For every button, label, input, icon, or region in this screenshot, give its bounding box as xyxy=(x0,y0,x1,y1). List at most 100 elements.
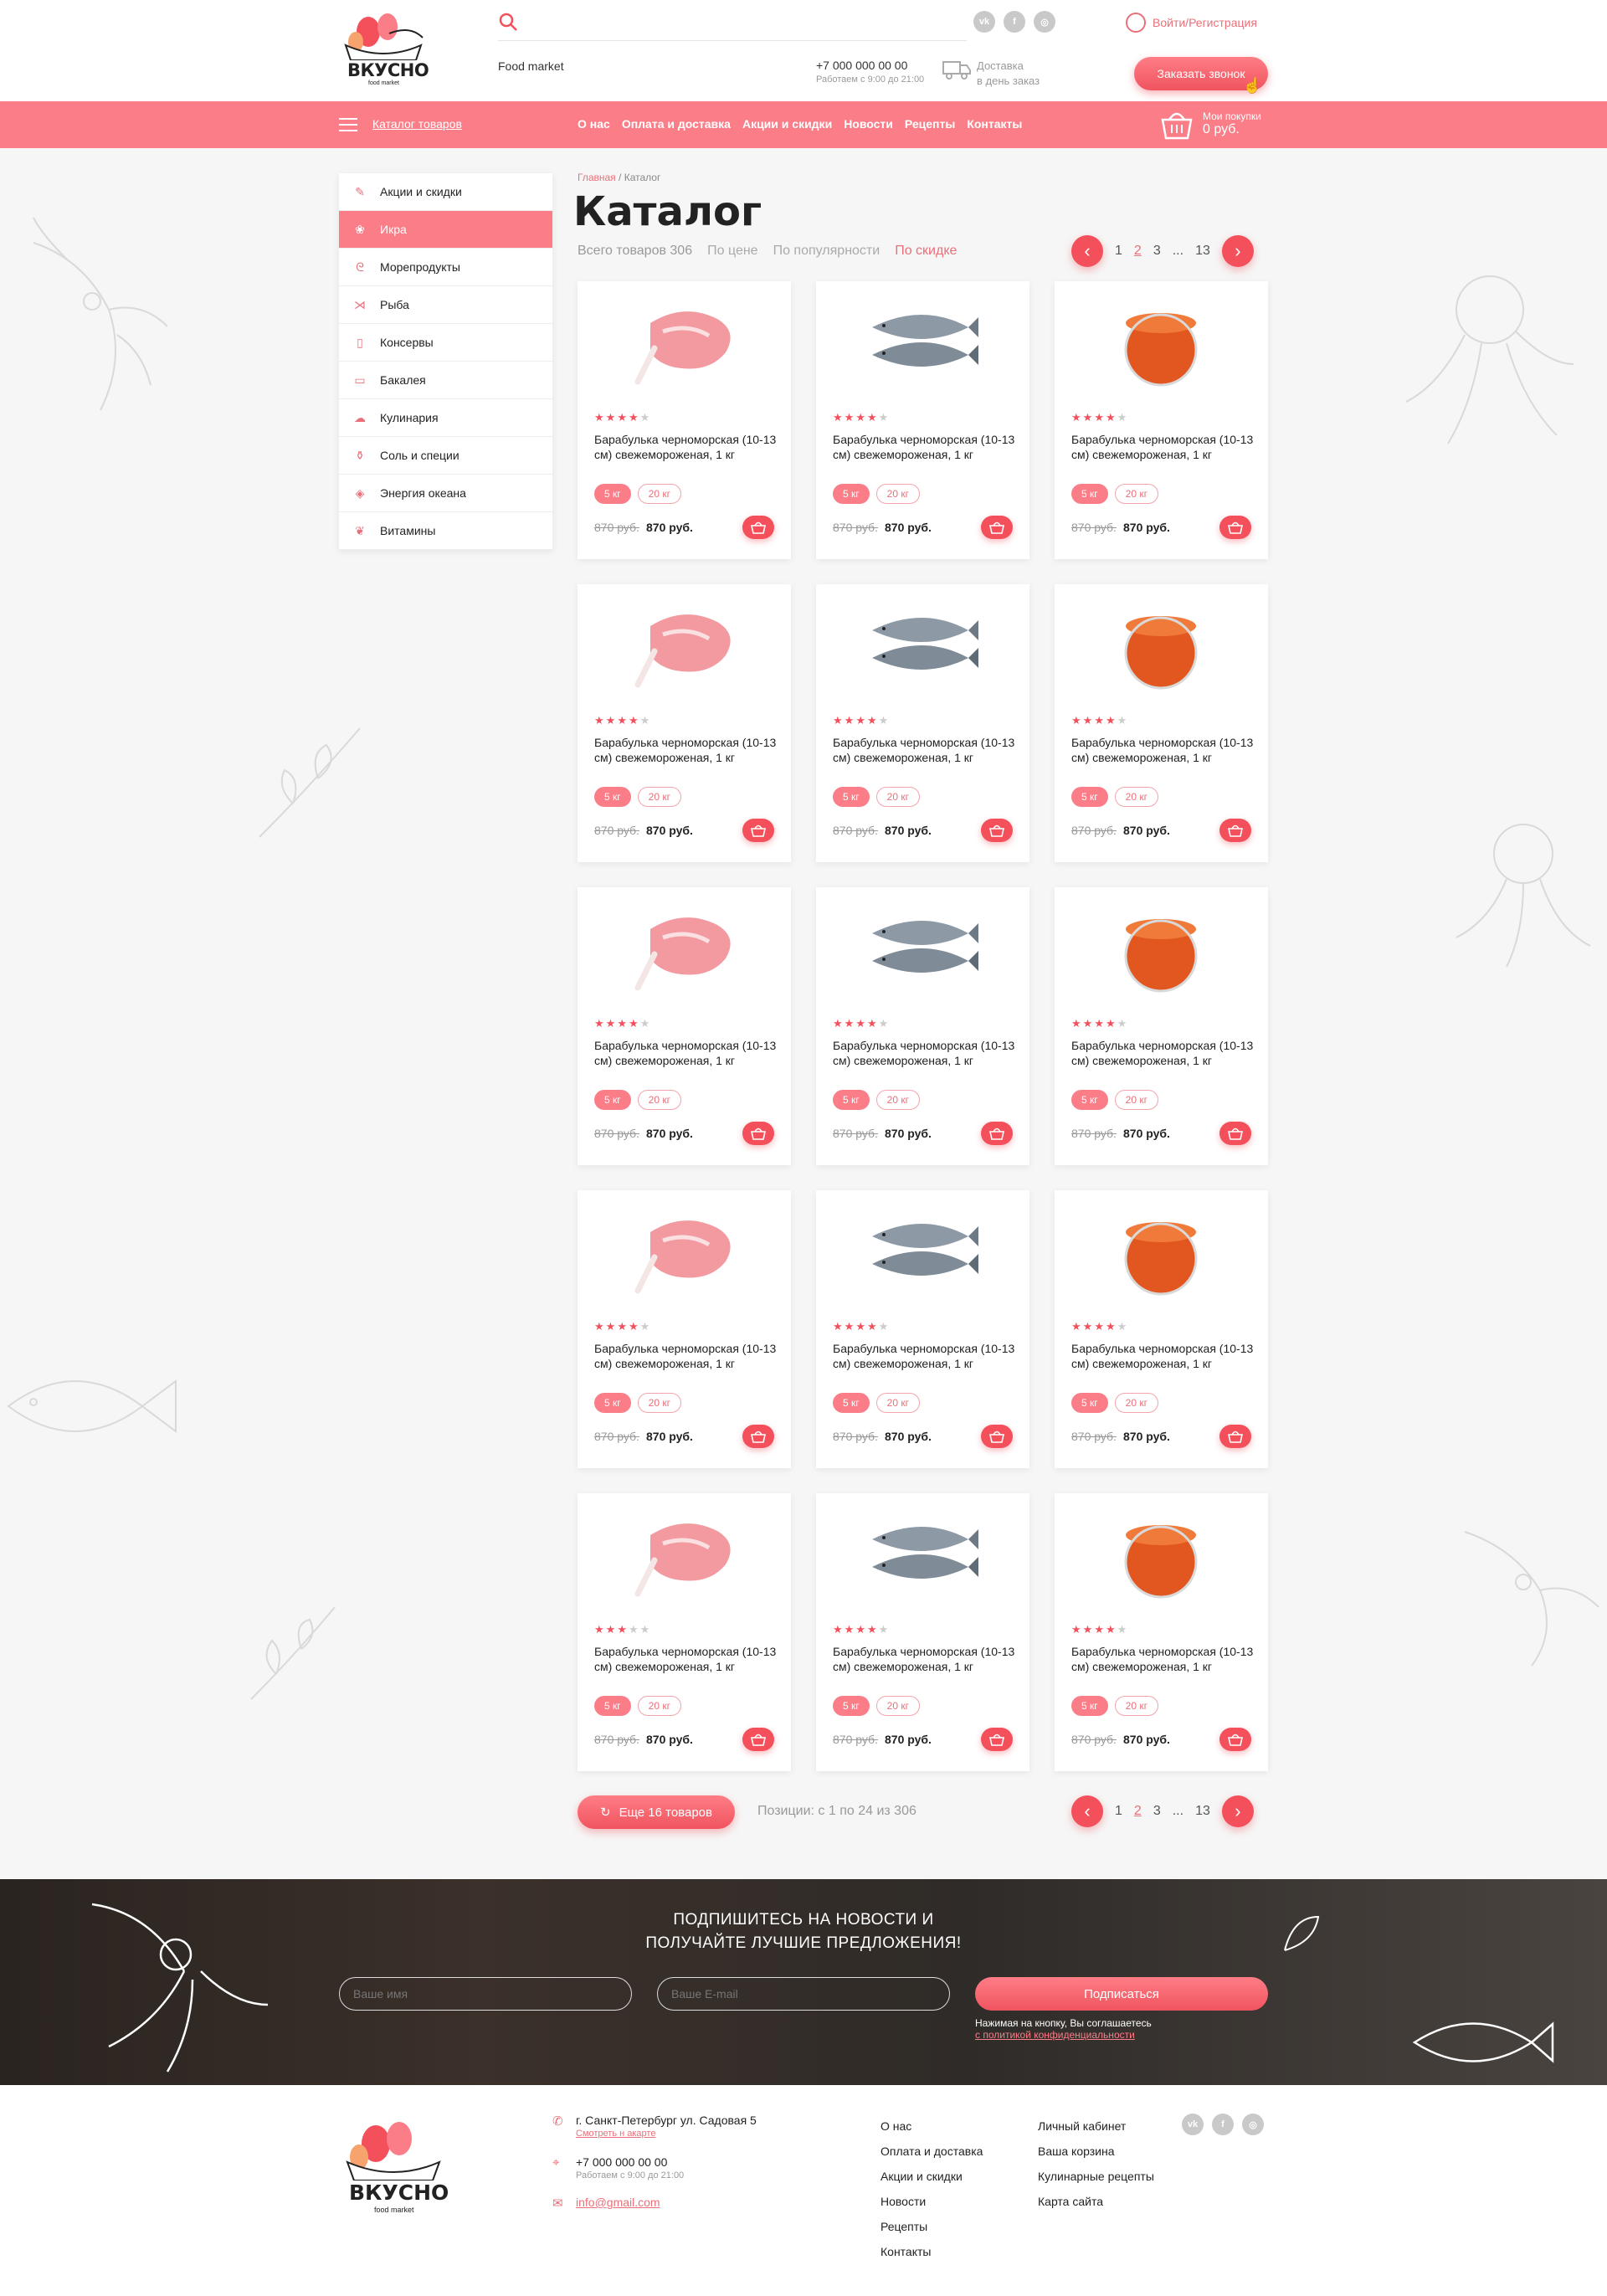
nav-item-about[interactable]: О нас xyxy=(578,117,610,131)
product-card-10[interactable]: ★ ★ ★ ★ ★ Барабулька черноморская (10-13 см)… xyxy=(578,1190,791,1468)
product-card-15[interactable]: ★ ★ ★ ★ ★ Барабулька черноморская (10-13 см)… xyxy=(1055,1493,1268,1771)
footer-link[interactable]: Кулинарные рецепты xyxy=(1038,2164,1154,2189)
product-card-12[interactable]: ★ ★ ★ ★ ★ Барабулька черноморская (10-13 см)… xyxy=(1055,1190,1268,1468)
privacy-policy-link[interactable]: с политикой конфиденциальности xyxy=(975,2029,1135,2041)
menu-icon[interactable] xyxy=(339,118,357,131)
weight-option[interactable]: 20 кг xyxy=(637,1090,681,1110)
product-card-11[interactable]: ★ ★ ★ ★ ★ Барабулька черноморская (10-13 см)… xyxy=(816,1190,1029,1468)
nav-item-contacts[interactable]: Контакты xyxy=(967,117,1022,131)
weight-option[interactable]: 20 кг xyxy=(875,1393,920,1413)
email-link[interactable]: info@gmail.com xyxy=(576,2196,660,2209)
product-name[interactable]: Барабулька черноморская (10-13 см) свеже… xyxy=(1071,735,1255,765)
footer-link[interactable]: Личный кабинет xyxy=(1038,2114,1154,2139)
sort-by-discount[interactable]: По скидке xyxy=(895,244,957,259)
meat-image[interactable] xyxy=(625,904,742,996)
phone-text[interactable]: +7 000 000 00 00 xyxy=(576,2155,667,2169)
add-to-cart-button[interactable] xyxy=(1219,1425,1251,1448)
instagram-icon[interactable]: ◎ xyxy=(1034,11,1055,33)
product-name[interactable]: Барабулька черноморская (10-13 см) свеже… xyxy=(594,432,778,462)
weight-option-selected[interactable]: 5 кг xyxy=(833,1393,870,1413)
footer-link[interactable]: Новости xyxy=(881,2189,983,2214)
caviar-image[interactable] xyxy=(1102,1207,1219,1299)
cart-summary[interactable]: Мои покупки 0 руб. xyxy=(1203,110,1261,136)
weight-option[interactable]: 20 кг xyxy=(637,787,681,807)
product-card-3[interactable]: ★ ★ ★ ★ ★ Барабулька черноморская (10-13 см)… xyxy=(1055,281,1268,559)
fish-image[interactable] xyxy=(864,298,981,390)
page-number[interactable]: 1 xyxy=(1115,244,1122,259)
add-to-cart-button[interactable] xyxy=(742,516,774,539)
product-name[interactable]: Барабулька черноморская (10-13 см) свеже… xyxy=(833,1038,1017,1068)
search-icon[interactable] xyxy=(498,12,518,32)
sidebar-item-grocery[interactable]: ▭ Бакалея xyxy=(339,362,552,399)
subscribe-button[interactable]: Подписаться xyxy=(975,1977,1268,2011)
weight-option-selected[interactable]: 5 кг xyxy=(833,484,870,504)
product-name[interactable]: Барабулька черноморская (10-13 см) свеже… xyxy=(1071,432,1255,462)
footer-link[interactable]: О нас xyxy=(881,2114,983,2139)
weight-option-selected[interactable]: 5 кг xyxy=(594,484,631,504)
footer-logo[interactable]: ВКУСНО food market xyxy=(339,2115,449,2217)
meat-image[interactable] xyxy=(625,601,742,693)
login-link[interactable]: Войти/Регистрация xyxy=(1126,13,1257,33)
product-card-13[interactable]: ★ ★ ★ ★ ★ Барабулька черноморская (10-13 см)… xyxy=(578,1493,791,1771)
load-more-button[interactable]: ↻ Еще 16 товаров xyxy=(578,1795,735,1829)
footer-link[interactable]: Ваша корзина xyxy=(1038,2139,1154,2164)
sort-by-price[interactable]: По цене xyxy=(707,244,757,259)
product-card-4[interactable]: ★ ★ ★ ★ ★ Барабулька черноморская (10-13 см)… xyxy=(578,584,791,862)
sidebar-item-canned[interactable]: ▯ Консервы xyxy=(339,324,552,362)
prev-page-button[interactable]: ‹ xyxy=(1071,235,1103,267)
product-card-9[interactable]: ★ ★ ★ ★ ★ Барабулька черноморская (10-13 см)… xyxy=(1055,887,1268,1165)
weight-option[interactable]: 20 кг xyxy=(875,484,920,504)
weight-option-selected[interactable]: 5 кг xyxy=(833,1696,870,1716)
weight-option-selected[interactable]: 5 кг xyxy=(1071,1696,1108,1716)
weight-option[interactable]: 20 кг xyxy=(1114,1696,1158,1716)
weight-option-selected[interactable]: 5 кг xyxy=(1071,1090,1108,1110)
product-card-1[interactable]: ★ ★ ★ ★ ★ Барабулька черноморская (10-13 см)… xyxy=(578,281,791,559)
add-to-cart-button[interactable] xyxy=(1219,1122,1251,1145)
name-input[interactable] xyxy=(339,1977,632,2011)
product-card-6[interactable]: ★ ★ ★ ★ ★ Барабулька черноморская (10-13 см)… xyxy=(1055,584,1268,862)
page-number[interactable]: 3 xyxy=(1153,1804,1161,1819)
add-to-cart-button[interactable] xyxy=(742,1122,774,1145)
catalog-link[interactable]: Каталог товаров xyxy=(372,117,462,131)
add-to-cart-button[interactable] xyxy=(742,819,774,842)
product-card-5[interactable]: ★ ★ ★ ★ ★ Барабулька черноморская (10-13 см)… xyxy=(816,584,1029,862)
footer-link[interactable]: Карта сайта xyxy=(1038,2189,1154,2214)
caviar-image[interactable] xyxy=(1102,298,1219,390)
footer-link[interactable]: Оплата и доставка xyxy=(881,2139,983,2164)
next-page-button[interactable]: › xyxy=(1221,235,1254,267)
weight-option[interactable]: 20 кг xyxy=(875,1090,920,1110)
weight-option-selected[interactable]: 5 кг xyxy=(1071,484,1108,504)
add-to-cart-button[interactable] xyxy=(742,1425,774,1448)
sidebar-item-seafood[interactable]: ᘓ Морепродукты xyxy=(339,249,552,286)
weight-option[interactable]: 20 кг xyxy=(1114,1393,1158,1413)
page-number[interactable]: 13 xyxy=(1195,1804,1210,1819)
product-name[interactable]: Барабулька черноморская (10-13 см) свеже… xyxy=(833,1341,1017,1371)
nav-item-sales[interactable]: Акции и скидки xyxy=(742,117,832,131)
product-card-7[interactable]: ★ ★ ★ ★ ★ Барабулька черноморская (10-13 см)… xyxy=(578,887,791,1165)
product-name[interactable]: Барабулька черноморская (10-13 см) свеже… xyxy=(833,1644,1017,1674)
add-to-cart-button[interactable] xyxy=(981,516,1013,539)
add-to-cart-button[interactable] xyxy=(981,819,1013,842)
caviar-image[interactable] xyxy=(1102,601,1219,693)
sidebar-item-cooking[interactable]: ☁ Кулинария xyxy=(339,399,552,437)
weight-option[interactable]: 20 кг xyxy=(875,787,920,807)
nav-item-payment[interactable]: Оплата и доставка xyxy=(622,117,731,131)
meat-image[interactable] xyxy=(625,1510,742,1602)
product-card-14[interactable]: ★ ★ ★ ★ ★ Барабулька черноморская (10-13 см)… xyxy=(816,1493,1029,1771)
product-name[interactable]: Барабулька черноморская (10-13 см) свеже… xyxy=(1071,1644,1255,1674)
product-name[interactable]: Барабулька черноморская (10-13 см) свеже… xyxy=(594,1341,778,1371)
facebook-icon[interactable]: f xyxy=(1212,2114,1234,2135)
footer-link[interactable]: Акции и скидки xyxy=(881,2164,983,2189)
weight-option[interactable]: 20 кг xyxy=(637,1393,681,1413)
product-name[interactable]: Барабулька черноморская (10-13 см) свеже… xyxy=(594,735,778,765)
logo[interactable]: ВКУСНО food market xyxy=(339,8,429,92)
caviar-image[interactable] xyxy=(1102,1510,1219,1602)
nav-item-recipes[interactable]: Рецепты xyxy=(905,117,955,131)
add-to-cart-button[interactable] xyxy=(981,1122,1013,1145)
product-card-2[interactable]: ★ ★ ★ ★ ★ Барабулька черноморская (10-13 см)… xyxy=(816,281,1029,559)
product-name[interactable]: Барабулька черноморская (10-13 см) свеже… xyxy=(1071,1038,1255,1068)
search-input[interactable] xyxy=(498,40,967,41)
add-to-cart-button[interactable] xyxy=(1219,516,1251,539)
page-number[interactable]: 13 xyxy=(1195,244,1210,259)
meat-image[interactable] xyxy=(625,298,742,390)
